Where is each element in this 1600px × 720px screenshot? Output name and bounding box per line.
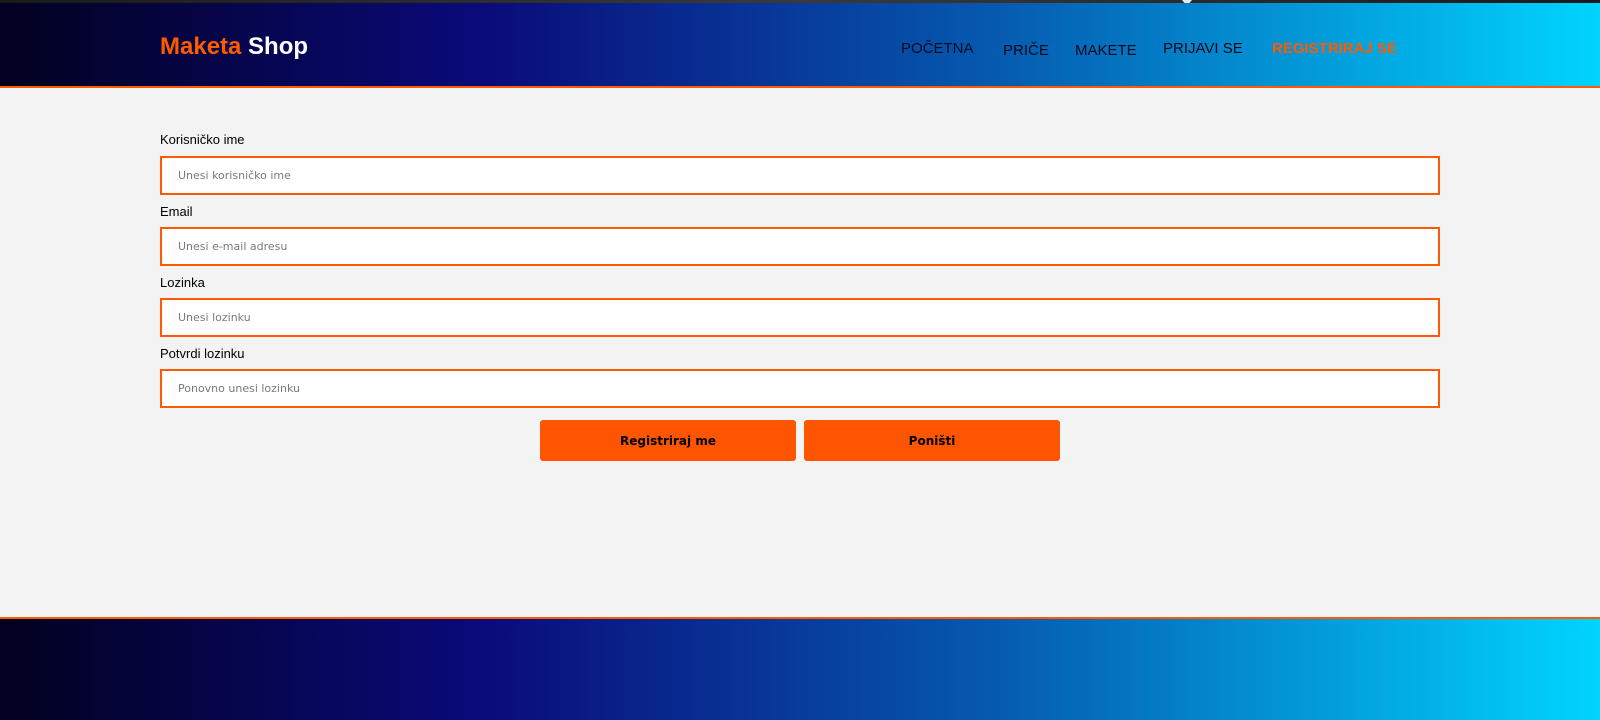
email-input[interactable] xyxy=(160,227,1440,266)
nav-link-registriraj-se[interactable]: REGISTRIRAJ SE xyxy=(1272,40,1397,58)
password-input[interactable] xyxy=(160,298,1440,337)
logo-part-maketa: Maketa xyxy=(160,33,242,60)
password-label: Lozinka xyxy=(160,275,205,290)
nav-link-price[interactable]: PRIČE xyxy=(1003,42,1049,60)
username-input[interactable] xyxy=(160,156,1440,195)
site-logo[interactable]: Maketa Shop xyxy=(160,32,308,62)
cancel-button[interactable]: Poništi xyxy=(804,420,1060,461)
username-label: Korisničko ime xyxy=(160,132,245,147)
logo-part-shop: Shop xyxy=(248,33,309,60)
register-button[interactable]: Registriraj me xyxy=(540,420,796,461)
confirm-password-label: Potvrdi lozinku xyxy=(160,346,245,361)
nav-link-makete[interactable]: MAKETE xyxy=(1075,42,1137,60)
nav-link-pocetna[interactable]: POČETNA xyxy=(901,40,974,58)
nav-link-prijavi-se[interactable]: PRIJAVI SE xyxy=(1163,40,1243,58)
site-footer xyxy=(0,619,1600,720)
registration-section: Korisničko ime Email Lozinka Potvrdi loz… xyxy=(0,88,1600,617)
site-header: Maketa Shop POČETNA PRIČE MAKETE PRIJAVI… xyxy=(0,3,1600,88)
email-label: Email xyxy=(160,204,193,219)
confirm-password-input[interactable] xyxy=(160,369,1440,408)
